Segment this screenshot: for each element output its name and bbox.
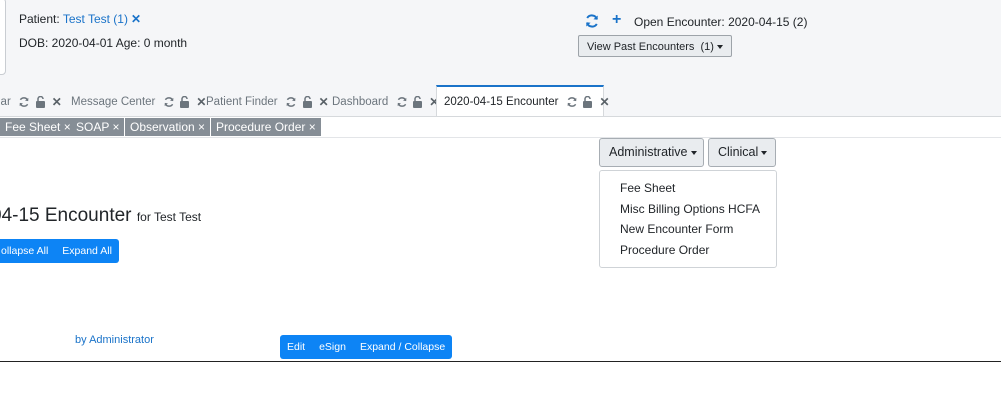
close-tab-icon[interactable]: ✕	[52, 95, 62, 109]
close-tab-icon[interactable]: ✕	[319, 95, 329, 109]
administrative-label: Administrative	[609, 145, 688, 159]
form-tab-observation[interactable]: Observation ×	[125, 118, 211, 136]
patient-line: Patient: Test Test (1) ✕	[19, 12, 141, 26]
unlock-icon[interactable]	[411, 96, 424, 109]
tab-patient-finder[interactable]: Patient Finder ✕	[206, 94, 329, 110]
encounter-title: 04-15 Encounter	[0, 205, 132, 226]
open-encounter-value: 2020-04-15 (2)	[728, 15, 808, 29]
clinical-dropdown-button[interactable]: Clinical	[708, 138, 776, 167]
unlock-icon[interactable]	[301, 96, 314, 109]
tab-label: lar	[0, 96, 11, 108]
refresh-icon[interactable]	[18, 96, 31, 109]
dob-age: DOB: 2020-04-01 Age: 0 month	[19, 36, 188, 50]
caret-down-icon	[761, 150, 768, 155]
unlock-icon[interactable]	[34, 96, 47, 109]
collapse-all-button[interactable]: ollapse All	[0, 239, 55, 263]
tab-label: Patient Finder	[206, 96, 278, 108]
collapse-expand-group: ollapse All Expand All	[0, 239, 119, 263]
unlock-icon[interactable]	[178, 96, 191, 109]
divider	[0, 137, 1001, 138]
close-patient-icon[interactable]: ✕	[131, 12, 141, 26]
menu-item-new-encounter-form[interactable]: New Encounter Form	[620, 222, 733, 236]
section-divider	[0, 361, 1001, 362]
form-tab-soap[interactable]: SOAP ×	[71, 118, 125, 136]
menu-item-misc-billing[interactable]: Misc Billing Options HCFA	[620, 202, 760, 216]
form-tab-fee-sheet[interactable]: Fee Sheet ×	[0, 118, 76, 136]
main-tab-bar: lar ✕ Message Center ✕ Patient Finder ✕ …	[0, 85, 1001, 117]
patient-name-link[interactable]: Test Test (1)	[63, 12, 128, 26]
esign-button[interactable]: eSign	[312, 335, 353, 359]
form-actions-group: Edit eSign Expand / Collapse	[280, 335, 453, 359]
tab-message-center[interactable]: Message Center ✕	[71, 94, 206, 110]
expand-all-button[interactable]: Expand All	[55, 239, 119, 263]
tab-dashboard[interactable]: Dashboard ✕	[332, 94, 439, 110]
expand-collapse-button[interactable]: Expand / Collapse	[353, 335, 452, 359]
caret-down-icon	[716, 45, 723, 50]
refresh-icon[interactable]	[565, 96, 578, 109]
administrative-menu: Fee Sheet Misc Billing Options HCFA New …	[599, 170, 777, 268]
tab-label: Message Center	[71, 96, 156, 108]
refresh-icon[interactable]	[285, 96, 298, 109]
form-tab-procedure-order[interactable]: Procedure Order ×	[211, 118, 321, 136]
view-past-encounters-button[interactable]: View Past Encounters (1)	[578, 35, 732, 57]
unlock-icon[interactable]	[581, 96, 594, 109]
patient-photo-card	[0, 0, 6, 75]
refresh-icon[interactable]	[584, 13, 600, 29]
tab-calendar[interactable]: lar ✕	[0, 94, 62, 110]
author-text: by Administrator	[75, 334, 154, 346]
edit-button[interactable]: Edit	[280, 335, 312, 359]
tab-encounter-active[interactable]: 2020-04-15 Encounter ✕	[436, 85, 610, 116]
menu-item-fee-sheet[interactable]: Fee Sheet	[620, 181, 675, 195]
close-tab-icon[interactable]: ✕	[196, 95, 206, 109]
close-tab-icon[interactable]: ✕	[599, 95, 609, 109]
administrative-dropdown-button[interactable]: Administrative	[599, 138, 704, 167]
tab-label: Dashboard	[332, 96, 389, 108]
caret-down-icon	[690, 150, 697, 155]
menu-item-procedure-order[interactable]: Procedure Order	[620, 243, 709, 257]
tab-label: 2020-04-15 Encounter	[444, 96, 559, 108]
tab-encounter[interactable]: 2020-04-15 Encounter ✕	[444, 94, 610, 110]
refresh-icon[interactable]	[162, 96, 175, 109]
patient-header: Patient: Test Test (1) ✕ DOB: 2020-04-01 …	[0, 0, 1001, 85]
clinical-label: Clinical	[718, 145, 759, 159]
open-encounter: Open Encounter: 2020-04-15 (2)	[634, 15, 807, 29]
view-past-encounters-label: View Past Encounters (1)	[587, 41, 714, 53]
encounter-for-patient: for Test Test	[136, 210, 202, 224]
open-encounter-label: Open Encounter:	[634, 15, 725, 29]
encounter-heading: 04-15 Encounter for Test Test	[0, 205, 201, 227]
refresh-icon[interactable]	[395, 96, 408, 109]
plus-icon[interactable]: +	[612, 12, 621, 28]
patient-label: Patient:	[19, 12, 60, 26]
